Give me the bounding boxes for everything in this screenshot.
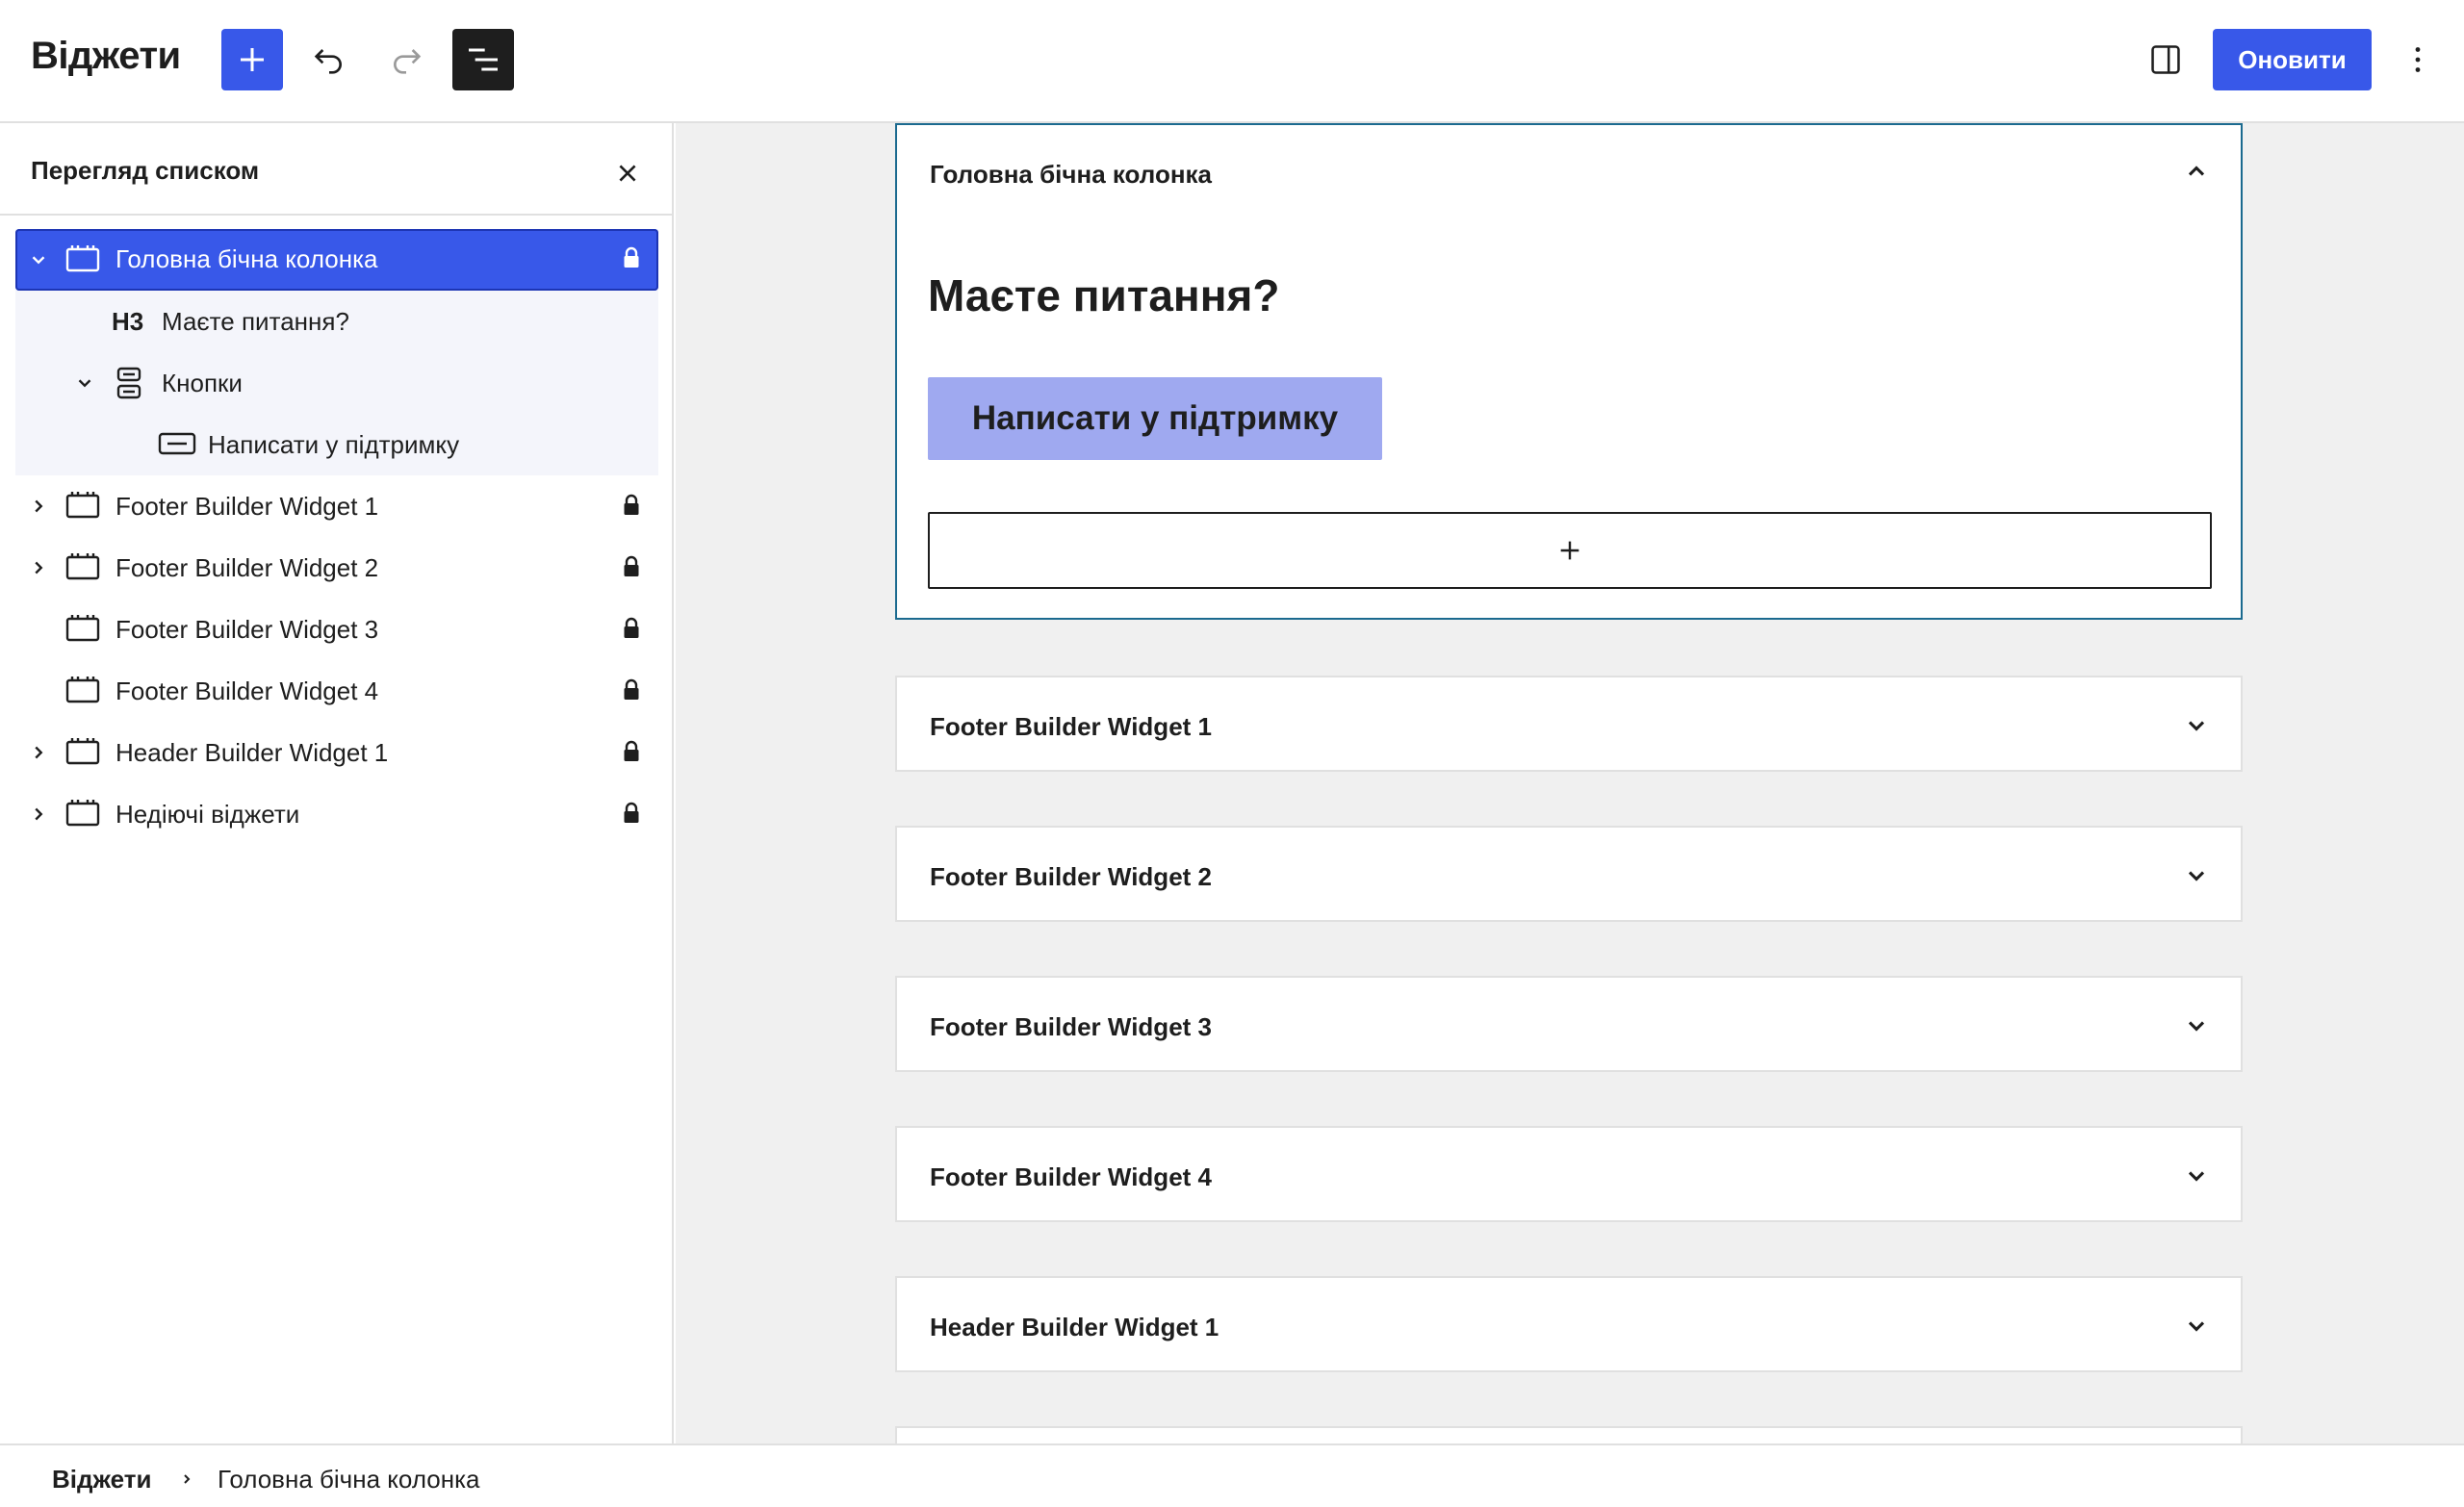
list-item-label: Footer Builder Widget 2	[116, 553, 379, 582]
list-view-button[interactable]	[452, 29, 514, 90]
undo-button[interactable]	[298, 29, 360, 90]
chevron-down-icon[interactable]	[2179, 1009, 2214, 1043]
sidebar-toggle-icon	[2151, 45, 2180, 74]
list-view-icon	[469, 48, 498, 71]
list-item-label: Header Builder Widget 1	[116, 738, 389, 767]
list-item-label: Написати у підтримку	[208, 430, 460, 459]
list-view-title: Перегляд списком	[31, 156, 260, 185]
chevron-down-icon[interactable]	[2179, 1159, 2214, 1193]
settings-sidebar-button[interactable]	[2135, 29, 2196, 90]
widgets-canvas: Головна бічна колонка Маєте питання? Нап…	[676, 123, 2464, 1443]
more-vertical-icon	[2415, 47, 2421, 72]
close-icon	[619, 165, 636, 182]
redo-button[interactable]	[375, 29, 437, 90]
chevron-right-icon[interactable]	[25, 554, 52, 581]
widget-area-footer-3[interactable]: Footer Builder Widget 3	[895, 976, 2243, 1072]
list-item-label: Кнопки	[162, 369, 243, 397]
lock-icon	[620, 615, 643, 642]
list-item-footer-widget-4[interactable]: Footer Builder Widget 4	[15, 660, 658, 722]
list-item-footer-widget-2[interactable]: Footer Builder Widget 2	[15, 537, 658, 599]
list-item-buttons[interactable]: Кнопки	[15, 352, 658, 414]
chevron-right-icon	[177, 1465, 196, 1494]
widget-area-footer-2[interactable]: Footer Builder Widget 2	[895, 826, 2243, 922]
buttons-block-icon	[116, 366, 142, 400]
widget-area-icon	[65, 612, 100, 643]
widget-area-title: Головна бічна колонка	[930, 160, 1213, 189]
page-title: Віджети	[31, 35, 181, 77]
header-toolbar: Віджети Оновити	[0, 0, 2464, 123]
list-item-heading[interactable]: H3 Маєте питання?	[15, 291, 658, 352]
widget-area-title: Header Builder Widget 1	[930, 1313, 1219, 1341]
list-item-label: Маєте питання?	[162, 307, 349, 336]
list-item-label: Недіючі віджети	[116, 800, 300, 829]
widget-area-main-sidebar[interactable]: Головна бічна колонка Маєте питання? Нап…	[895, 123, 2243, 620]
block-appender-button[interactable]	[928, 512, 2212, 589]
lock-icon	[620, 677, 643, 703]
chevron-right-icon[interactable]	[25, 801, 52, 828]
widget-area-footer-4[interactable]: Footer Builder Widget 4	[895, 1126, 2243, 1222]
list-item-inactive-widgets[interactable]: Недіючі віджети	[15, 783, 658, 845]
heading-h3-icon: H3	[112, 307, 144, 336]
widget-area-title: Footer Builder Widget 3	[930, 1012, 1212, 1041]
list-item-label: Footer Builder Widget 3	[116, 615, 379, 644]
lock-icon	[620, 738, 643, 765]
plus-icon	[1560, 541, 1579, 560]
widget-area-title: Footer Builder Widget 2	[930, 862, 1212, 891]
undo-icon	[314, 49, 342, 74]
list-item-header-widget-1[interactable]: Header Builder Widget 1	[15, 722, 658, 783]
widget-area-title: Footer Builder Widget 1	[930, 712, 1212, 741]
widget-area-title: Footer Builder Widget 4	[930, 1162, 1212, 1191]
widget-area-icon	[65, 550, 100, 581]
chevron-down-icon[interactable]	[25, 246, 52, 273]
list-item-button[interactable]: Написати у підтримку	[15, 414, 658, 475]
chevron-down-icon[interactable]	[71, 370, 98, 396]
list-view-header: Перегляд списком	[0, 123, 672, 216]
chevron-down-icon[interactable]	[2179, 708, 2214, 743]
widget-area-icon	[65, 243, 100, 273]
chevron-right-icon[interactable]	[25, 493, 52, 520]
breadcrumb-root[interactable]: Віджети	[52, 1465, 151, 1494]
widget-area-icon	[65, 797, 100, 828]
redo-icon	[394, 49, 422, 74]
list-item-main-sidebar[interactable]: Головна бічна колонка	[15, 229, 658, 291]
list-view-panel: Перегляд списком Головна бічна колонка H…	[0, 123, 674, 1443]
list-item-footer-widget-3[interactable]: Footer Builder Widget 3	[15, 599, 658, 660]
lock-icon	[620, 800, 643, 827]
button-block-icon	[158, 431, 196, 456]
widget-area-inactive[interactable]	[895, 1426, 2243, 1443]
widget-area-footer-1[interactable]: Footer Builder Widget 1	[895, 676, 2243, 772]
close-list-view-button[interactable]	[604, 150, 651, 196]
heading-block[interactable]: Маєте питання?	[928, 269, 1279, 321]
update-button[interactable]: Оновити	[2213, 29, 2372, 90]
more-options-button[interactable]	[2387, 29, 2449, 90]
support-button[interactable]: Написати у підтримку	[928, 377, 1382, 460]
breadcrumb-current[interactable]: Головна бічна колонка	[218, 1465, 480, 1494]
breadcrumb: Віджети Головна бічна колонка	[0, 1443, 2464, 1507]
widget-area-header-1[interactable]: Header Builder Widget 1	[895, 1276, 2243, 1372]
list-item-label: Головна бічна колонка	[116, 244, 378, 273]
chevron-down-icon[interactable]	[2179, 858, 2214, 893]
list-item-label: Footer Builder Widget 4	[116, 677, 379, 705]
lock-icon	[620, 553, 643, 580]
add-block-button[interactable]	[221, 29, 283, 90]
chevron-up-icon[interactable]	[2179, 154, 2214, 189]
list-item-footer-widget-1[interactable]: Footer Builder Widget 1	[15, 475, 658, 537]
chevron-right-icon[interactable]	[25, 739, 52, 766]
chevron-down-icon[interactable]	[2179, 1309, 2214, 1343]
list-item-label: Footer Builder Widget 1	[116, 492, 379, 521]
plus-icon	[241, 48, 264, 71]
widget-area-icon	[65, 674, 100, 704]
widget-area-icon	[65, 735, 100, 766]
lock-icon	[620, 492, 643, 519]
lock-icon	[620, 244, 643, 271]
widget-area-icon	[65, 489, 100, 520]
